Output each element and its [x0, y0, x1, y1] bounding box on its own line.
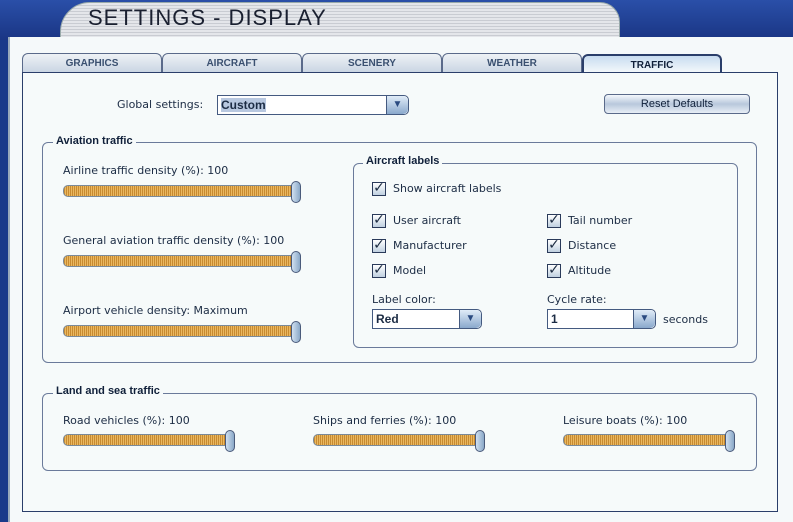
cycle-rate-unit: seconds — [663, 313, 708, 326]
cycle-rate-dropdown[interactable]: 1 ▼ — [547, 309, 656, 329]
manufacturer-checkbox[interactable]: ✓ — [372, 238, 386, 253]
slider-thumb[interactable] — [291, 251, 301, 273]
leisure-boats-slider[interactable] — [563, 430, 735, 452]
global-settings-dropdown[interactable]: Custom ▼ — [217, 95, 409, 115]
distance-label: Distance — [568, 239, 617, 252]
land-sea-traffic-title: Land and sea traffic — [53, 385, 163, 397]
user-aircraft-label: User aircraft — [393, 214, 461, 227]
cycle-rate-value: 1 — [551, 312, 558, 326]
slider-thumb[interactable] — [725, 430, 735, 452]
show-labels-label: Show aircraft labels — [393, 182, 502, 195]
airport-vehicle-label: Airport vehicle density: Maximum — [63, 304, 248, 317]
airline-density-slider[interactable] — [63, 181, 301, 203]
ga-density-label: General aviation traffic density (%): 10… — [63, 234, 285, 247]
user-aircraft-checkbox[interactable]: ✓ — [372, 213, 386, 228]
airline-density-label: Airline traffic density (%): 100 — [63, 164, 229, 177]
aviation-traffic-title: Aviation traffic — [53, 135, 136, 147]
tab-graphics[interactable]: GRAPHICS — [22, 53, 162, 73]
tab-weather[interactable]: WEATHER — [442, 53, 582, 73]
tail-number-label: Tail number — [568, 214, 633, 227]
label-color-label: Label color: — [372, 293, 436, 306]
chevron-down-icon[interactable]: ▼ — [633, 310, 655, 328]
model-label: Model — [393, 264, 427, 277]
slider-thumb[interactable] — [291, 321, 301, 343]
label-color-value: Red — [376, 312, 399, 326]
global-settings-label: Global settings: — [117, 98, 204, 111]
model-checkbox[interactable]: ✓ — [372, 263, 386, 278]
land-sea-traffic-group — [42, 393, 757, 471]
altitude-checkbox[interactable]: ✓ — [547, 263, 561, 278]
tail-number-checkbox[interactable]: ✓ — [547, 213, 561, 228]
chevron-down-icon[interactable]: ▼ — [459, 310, 481, 328]
reset-defaults-button[interactable]: Reset Defaults — [604, 94, 750, 114]
slider-thumb[interactable] — [291, 181, 301, 203]
road-vehicles-label: Road vehicles (%): 100 — [63, 414, 190, 427]
show-labels-checkbox[interactable]: ✓ — [372, 181, 386, 196]
slider-thumb[interactable] — [475, 430, 485, 452]
global-settings-value: Custom — [221, 98, 266, 112]
tab-traffic[interactable]: TRAFFIC — [582, 54, 722, 74]
altitude-label: Altitude — [568, 264, 611, 277]
chevron-down-icon[interactable]: ▼ — [386, 96, 408, 114]
ga-density-slider[interactable] — [63, 251, 301, 273]
distance-checkbox[interactable]: ✓ — [547, 238, 561, 253]
slider-thumb[interactable] — [225, 430, 235, 452]
manufacturer-label: Manufacturer — [393, 239, 467, 252]
leisure-boats-label: Leisure boats (%): 100 — [563, 414, 688, 427]
road-vehicles-slider[interactable] — [63, 430, 235, 452]
label-color-dropdown[interactable]: Red ▼ — [372, 309, 482, 329]
aircraft-labels-title: Aircraft labels — [363, 155, 443, 167]
cycle-rate-label: Cycle rate: — [547, 293, 607, 306]
ships-ferries-slider[interactable] — [313, 430, 485, 452]
ships-ferries-label: Ships and ferries (%): 100 — [313, 414, 457, 427]
tab-scenery[interactable]: SCENERY — [302, 53, 442, 73]
airport-vehicle-slider[interactable] — [63, 321, 301, 343]
window-title: SETTINGS - DISPLAY — [88, 5, 327, 30]
tab-aircraft[interactable]: AIRCRAFT — [162, 53, 302, 73]
